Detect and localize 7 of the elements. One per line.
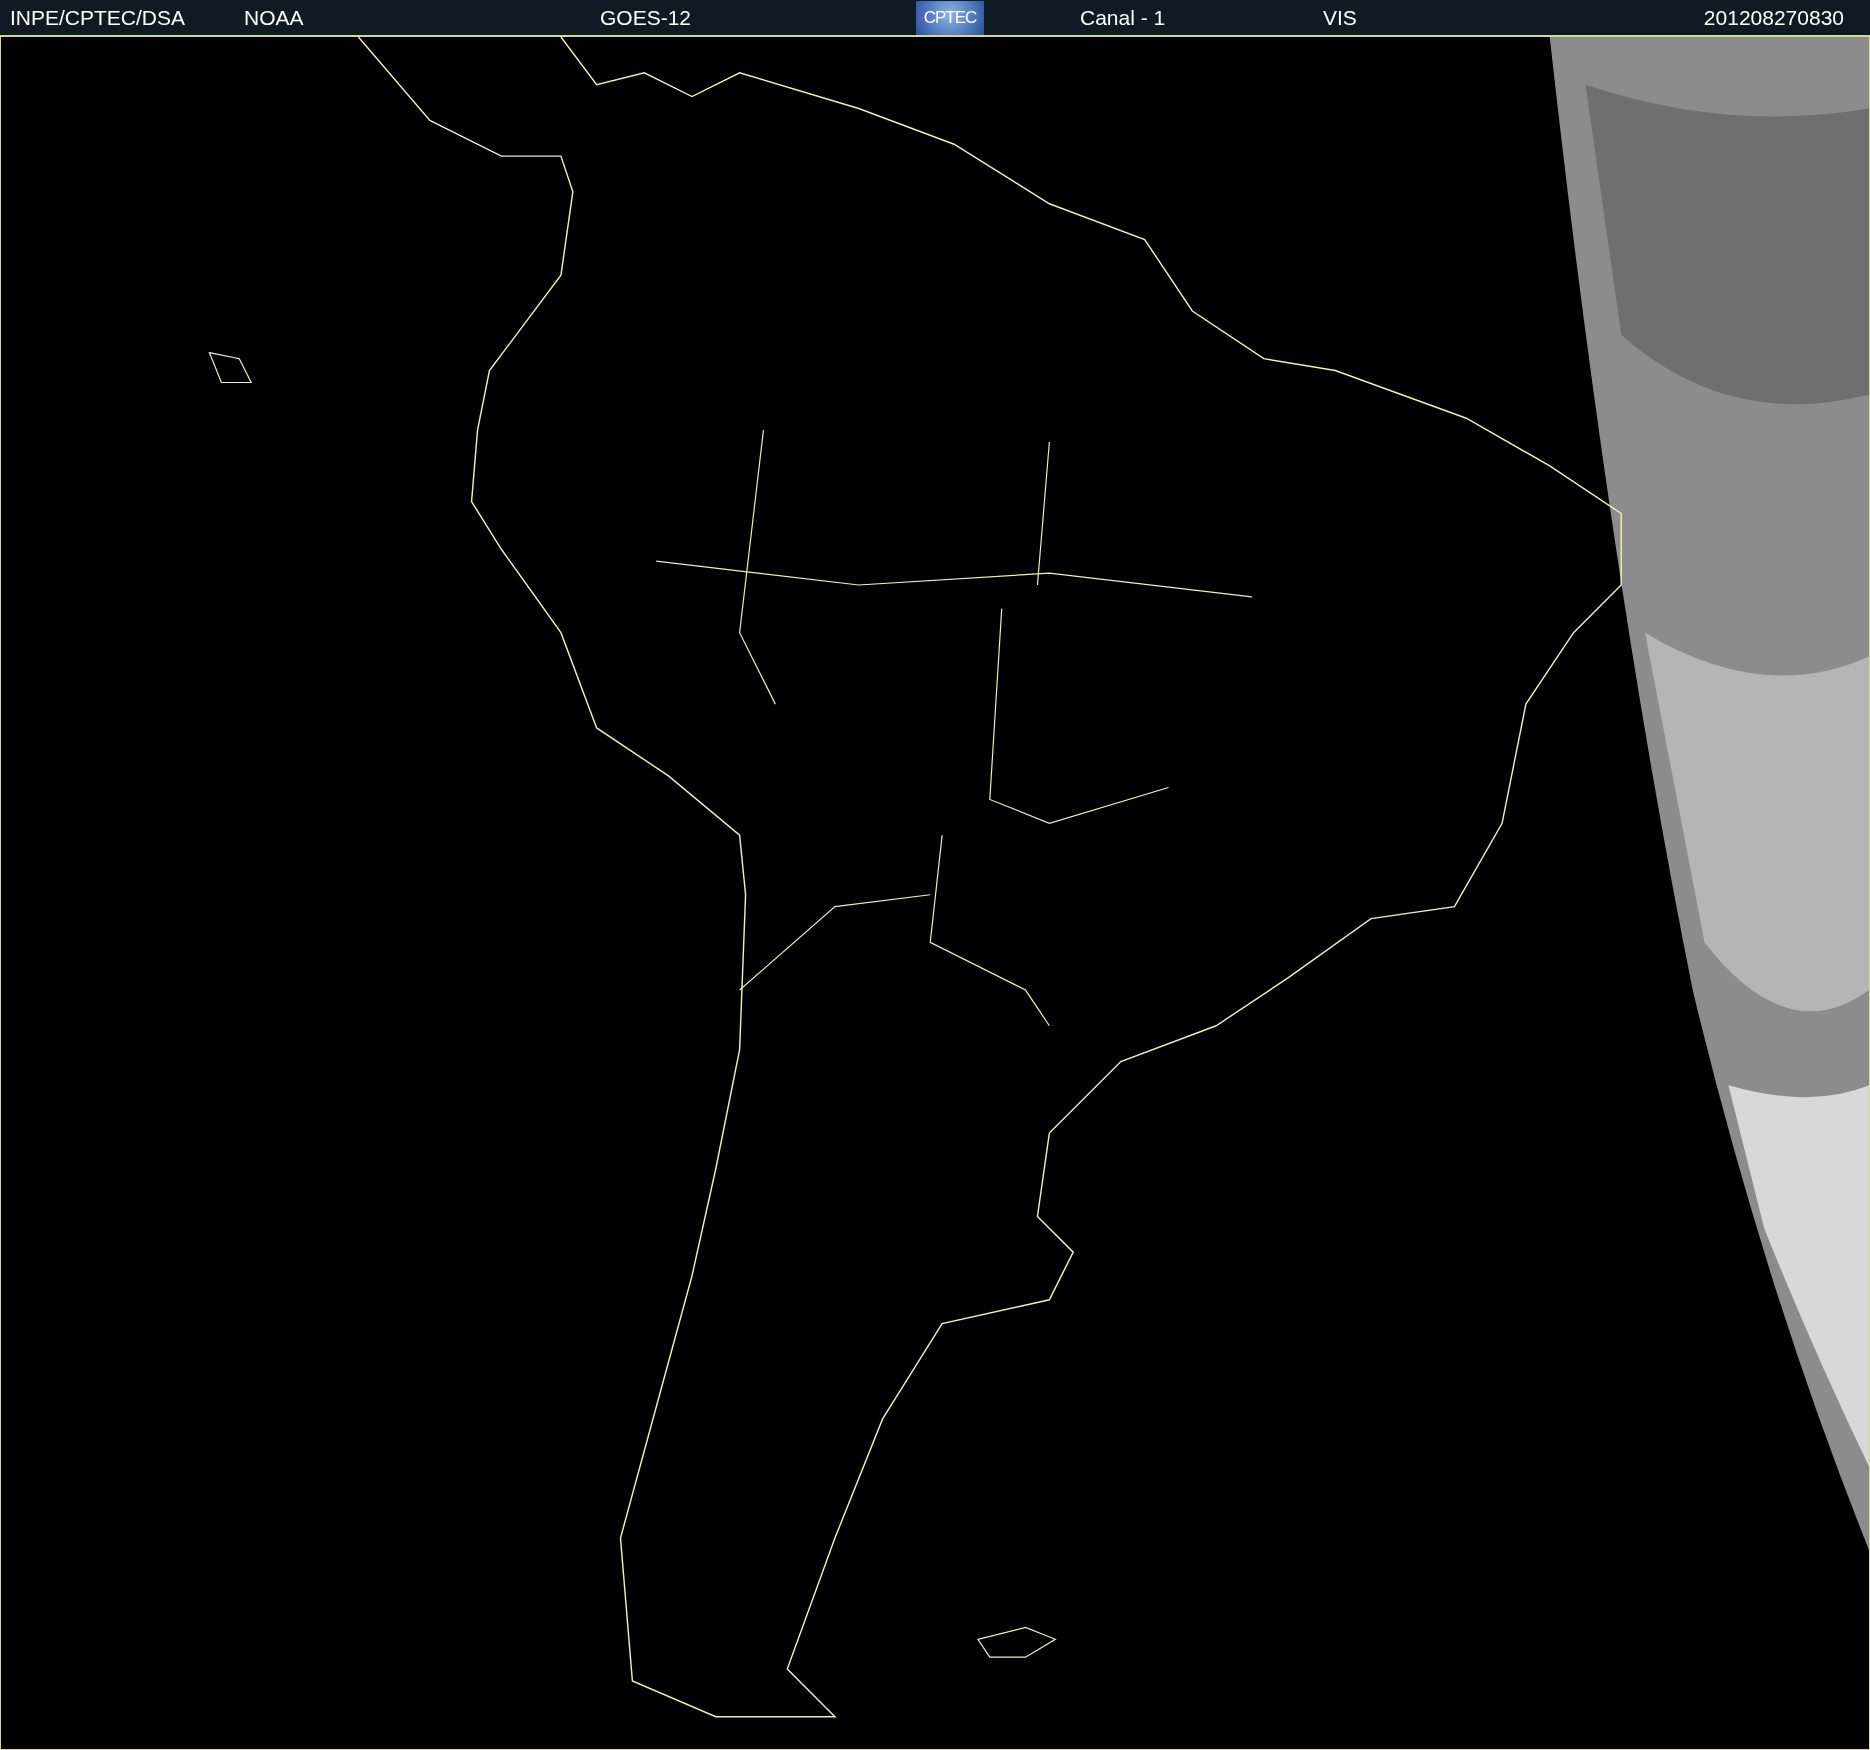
timestamp-label: 201208270830 <box>1703 5 1844 30</box>
logo: CPTEC <box>916 0 984 35</box>
agency-label: NOAA <box>244 5 305 30</box>
source-label: INPE/CPTEC/DSA <box>10 5 187 30</box>
band-label: VIS <box>1323 5 1358 30</box>
channel-label: Canal - 1 <box>1080 5 1167 30</box>
satellite-label: GOES-12 <box>600 5 693 30</box>
